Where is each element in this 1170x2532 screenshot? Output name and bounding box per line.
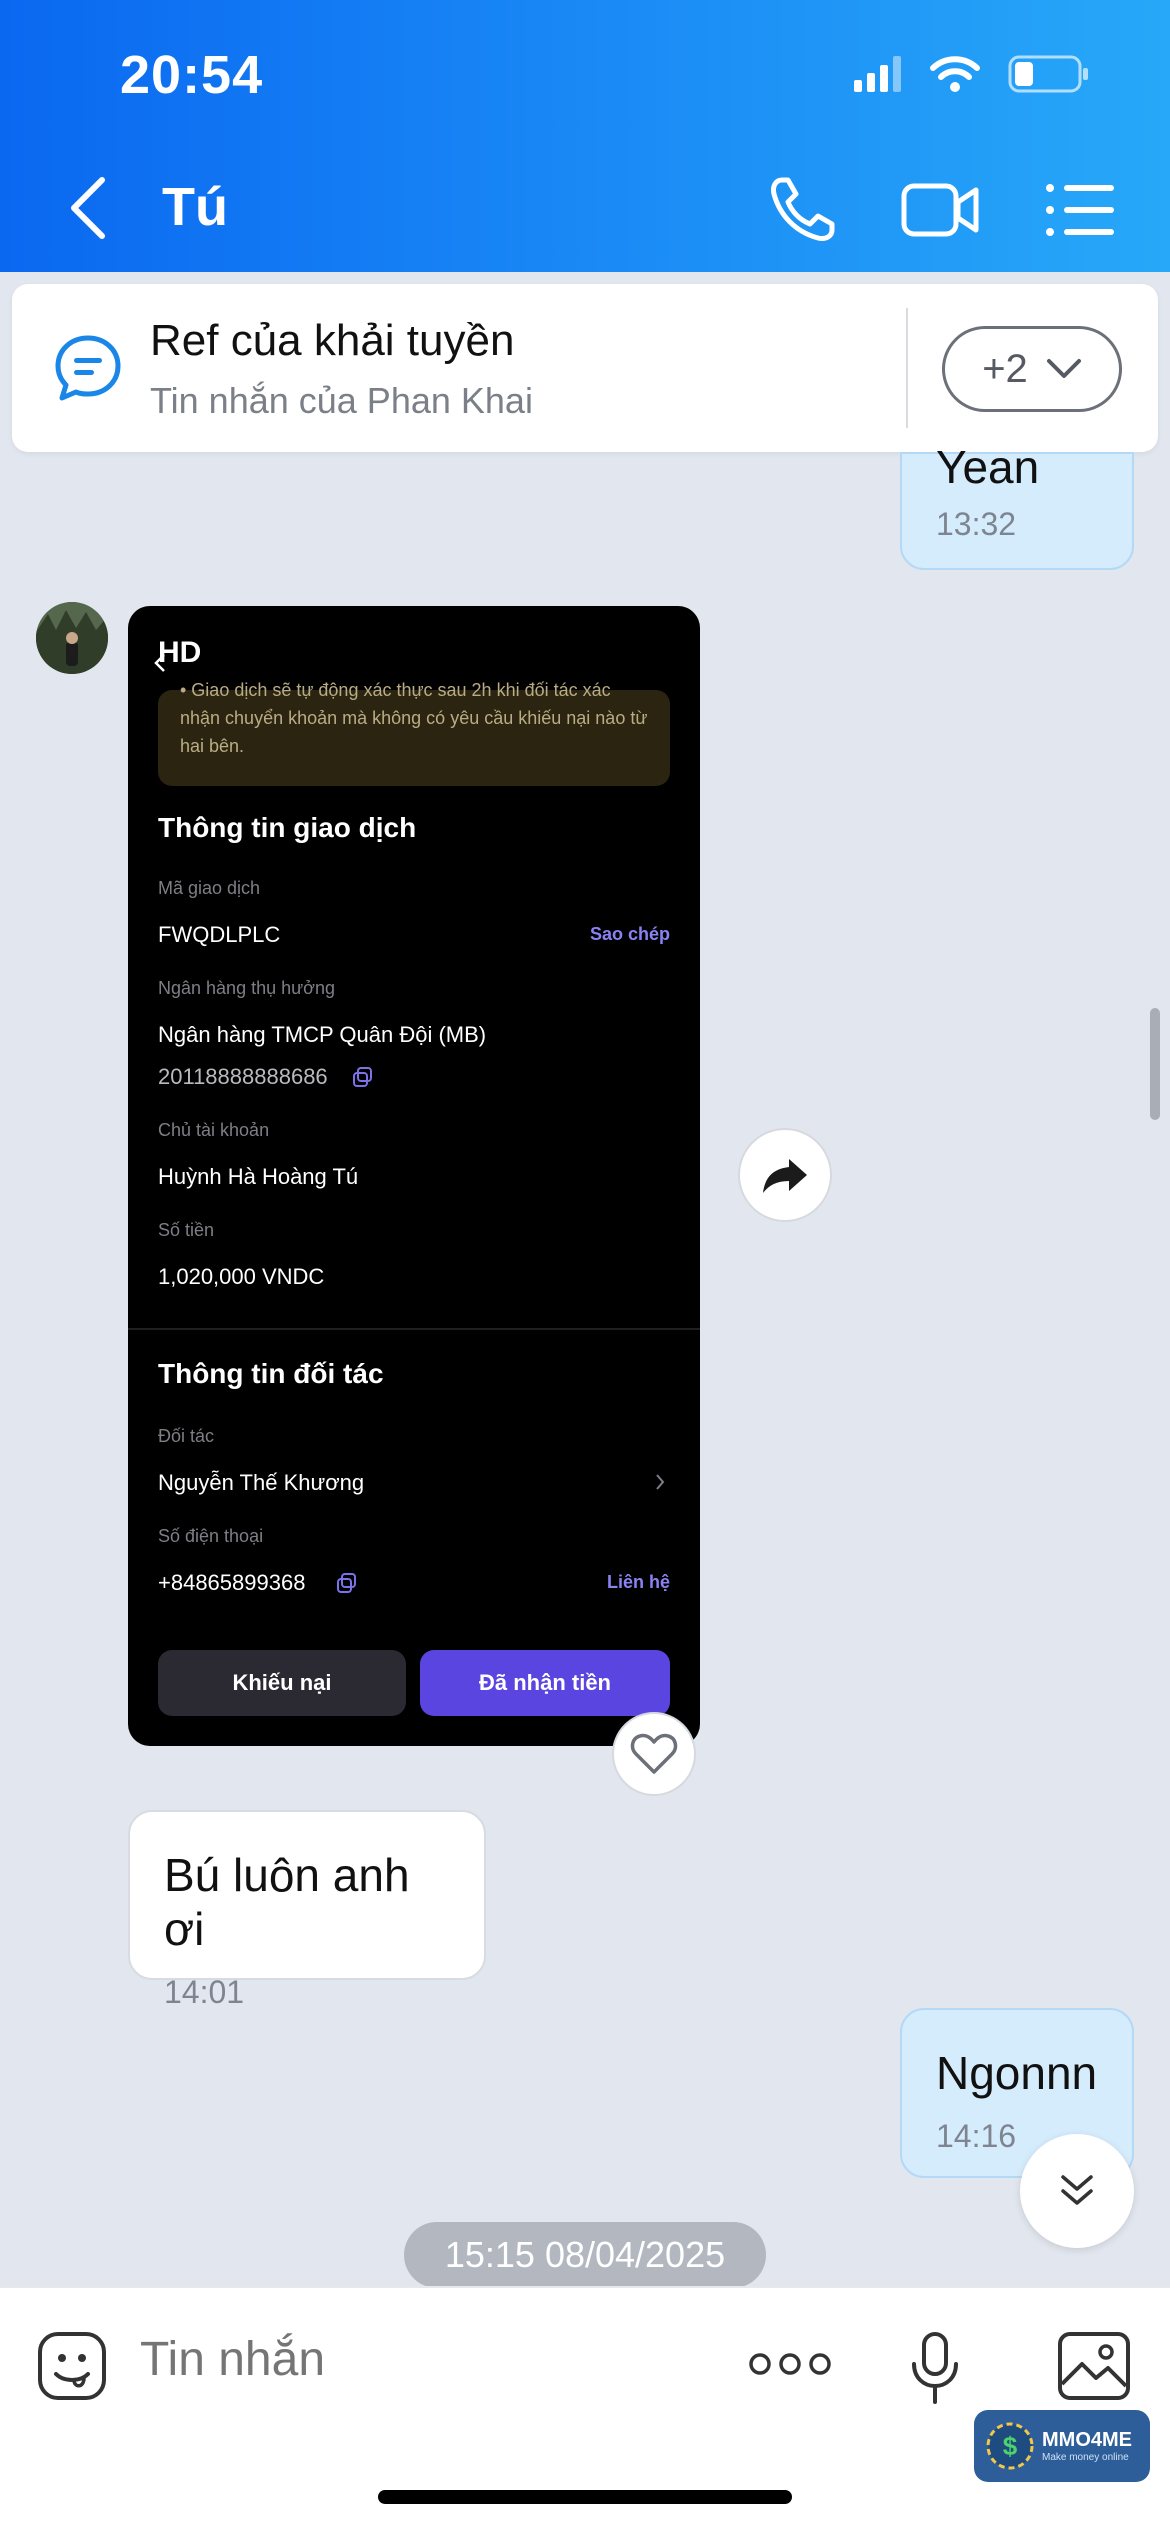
scroll-to-bottom-button[interactable] — [1020, 2134, 1134, 2248]
pinned-subtitle: Tin nhắn của Phan Khai — [150, 380, 533, 421]
message-bubble-incoming[interactable]: Bú luôn anh ơi 14:01 — [128, 1810, 486, 2010]
pinned-more-count: +2 — [982, 346, 1028, 391]
share-button[interactable] — [738, 1128, 832, 1222]
shot-amount: 1,020,000 VNDC — [158, 1264, 325, 1289]
dollar-icon: $ — [986, 2422, 1034, 2470]
svg-text:$: $ — [1003, 2431, 1018, 2461]
message-text: Yean — [936, 441, 1040, 493]
react-button[interactable] — [612, 1712, 696, 1796]
message-time: 13:32 — [936, 506, 1017, 542]
message-time: 14:01 — [164, 1974, 245, 2010]
image-message[interactable]: HD • Giao dịch sẽ tự động xác thực sau 2… — [128, 606, 700, 1746]
shot-account-number: 20118888888686 — [158, 1064, 328, 1089]
share-icon — [763, 1159, 807, 1193]
shot-note-text: • Giao dịch sẽ tự động xác thực sau 2h k… — [180, 680, 648, 756]
watermark-logo: $ MMO4ME Make money online — [974, 2410, 1150, 2482]
shot-copy-link: Sao chép — [589, 924, 670, 944]
back-icon[interactable] — [60, 168, 120, 248]
shot-copy-icon — [337, 1573, 356, 1593]
shot-section-partner: Thông tin đối tác — [158, 1358, 384, 1389]
message-text: Ngonnn — [936, 2047, 1098, 2099]
shot-note: • Giao dịch sẽ tự động xác thực sau 2h k… — [158, 680, 670, 786]
shot-label-bank: Ngân hàng thụ hưởng — [158, 978, 335, 998]
chevron-down-icon — [1046, 359, 1081, 378]
video-call-icon[interactable] — [900, 170, 980, 250]
scrollbar[interactable] — [1150, 1008, 1160, 1120]
shot-contact-link: Liên hệ — [606, 1572, 670, 1592]
home-indicator — [378, 2490, 792, 2504]
watermark-name: MMO4ME — [1042, 2429, 1132, 2451]
pinned-title: Ref của khải tuyền — [150, 316, 515, 365]
shot-owner: Huỳnh Hà Hoàng Tú — [158, 1164, 359, 1189]
shot-chevron-right-icon — [656, 1474, 665, 1490]
double-chevron-down-icon — [1061, 2175, 1093, 2205]
battery-icon — [1008, 55, 1088, 93]
shot-code: FWQDLPLC — [158, 922, 281, 947]
shot-divider — [128, 1328, 700, 1330]
shot-label-amount: Số tiền — [158, 1220, 215, 1240]
shot-complaint-button: Khiếu nại — [158, 1650, 406, 1716]
message-bubble-outgoing[interactable]: Yean 13:32 — [900, 441, 1134, 570]
shot-label-partner: Đối tác — [158, 1426, 215, 1446]
shot-label-phone: Số điện thoại — [158, 1526, 264, 1546]
shot-label-owner: Chủ tài khoản — [158, 1120, 270, 1140]
shot-phone: +84865899368 — [158, 1570, 306, 1595]
heart-icon — [630, 1733, 678, 1774]
watermark-tagline: Make money online — [1042, 2452, 1129, 2463]
shot-received-button: Đã nhận tiền — [420, 1650, 670, 1716]
shot-partner: Nguyễn Thế Khương — [158, 1470, 365, 1495]
shot-copy-icon — [353, 1067, 372, 1087]
message-text: Bú luôn anh ơi — [164, 1849, 410, 1955]
shot-section-transaction: Thông tin giao dịch — [158, 812, 417, 843]
pinned-message-icon — [55, 335, 121, 401]
chat-title[interactable]: Tú — [162, 176, 228, 238]
shot-back-icon — [154, 654, 165, 672]
status-icons — [854, 54, 1090, 94]
more-options-icon[interactable] — [748, 2346, 832, 2382]
status-time: 20:54 — [120, 45, 264, 105]
wifi-icon — [930, 56, 980, 92]
chat-header: 20:54 Tú — [0, 0, 1170, 272]
sticker-icon[interactable] — [36, 2330, 108, 2402]
avatar-image — [36, 602, 108, 674]
pinned-divider — [906, 308, 908, 428]
image-gallery-icon[interactable] — [1056, 2330, 1132, 2402]
phone-icon[interactable] — [762, 170, 842, 250]
date-separator: 15:15 08/04/2025 — [404, 2222, 766, 2288]
signal-icon — [854, 56, 901, 92]
pinned-more-button[interactable]: +2 — [942, 326, 1122, 412]
message-input[interactable] — [140, 2332, 700, 2387]
microphone-icon[interactable] — [906, 2330, 964, 2406]
avatar[interactable] — [36, 602, 108, 674]
shot-label-code: Mã giao dịch — [158, 878, 261, 898]
menu-list-icon[interactable] — [1040, 170, 1120, 250]
pinned-message-bar[interactable]: Ref của khải tuyền Tin nhắn của Phan Kha… — [12, 284, 1158, 452]
shot-bank: Ngân hàng TMCP Quân Đội (MB) — [158, 1022, 487, 1047]
